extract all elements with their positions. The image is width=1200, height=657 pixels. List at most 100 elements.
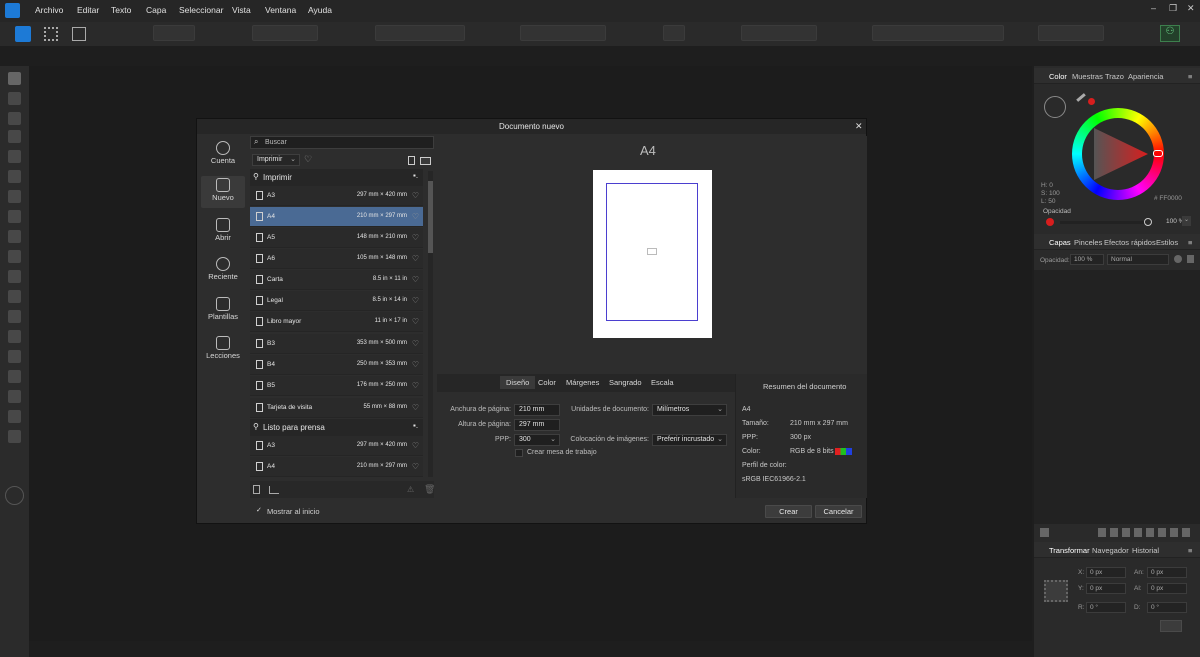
preset-item[interactable]: A3 297 mm × 420 mm ♡ [250, 186, 423, 206]
preset-item[interactable]: A4 210 mm × 297 mm ♡ [250, 207, 423, 227]
opacity-dropdown-icon[interactable]: ⌄ [1182, 216, 1191, 226]
rounded-rectangle-tool-icon[interactable] [8, 330, 21, 343]
transform-options-icon[interactable] [1160, 620, 1182, 632]
panel-menu-icon[interactable]: ≡ [1188, 546, 1192, 555]
hex-value[interactable]: # FF0000 [1154, 195, 1182, 202]
view-tool-icon[interactable] [8, 430, 21, 443]
layer-settings-icon[interactable] [1174, 255, 1182, 263]
delete-icon[interactable]: 🗑 [424, 484, 435, 495]
layers-footer-icons[interactable] [1098, 528, 1194, 537]
toolbar-group-1[interactable] [153, 25, 195, 41]
tab-transformar[interactable]: Transformar [1049, 546, 1090, 555]
nav-lecciones[interactable]: Lecciones [201, 334, 245, 366]
section-menu-icon[interactable]: ▪. [413, 421, 418, 430]
opacity-slider[interactable] [1060, 221, 1146, 224]
favorite-heart-icon[interactable]: ♡ [412, 275, 419, 284]
menu-ventana[interactable]: Ventana [265, 5, 296, 15]
eyedropper-tool-icon[interactable] [8, 390, 21, 403]
text-tool-icon[interactable] [8, 370, 21, 383]
favorite-heart-icon[interactable]: ♡ [412, 191, 419, 200]
tab-efectos-rapidos[interactable]: Efectos rápidos [1104, 238, 1156, 247]
favorite-heart-icon[interactable]: ♡ [412, 403, 419, 412]
dpi-select[interactable]: 300 ⌄ [514, 434, 560, 446]
pixel-persona-icon[interactable] [44, 27, 58, 41]
tab-estilos[interactable]: Estilos [1156, 238, 1178, 247]
hue-handle-icon[interactable] [1153, 150, 1163, 157]
opacity-slider-handle[interactable] [1144, 218, 1152, 226]
preset-item[interactable]: Tarjeta de visita 55 mm × 88 mm ♡ [250, 398, 423, 418]
close-window-icon[interactable]: ✕ [1187, 3, 1195, 14]
section-menu-icon[interactable]: ▪. [413, 171, 418, 180]
close-dialog-icon[interactable]: ✕ [855, 121, 863, 132]
tab-escala[interactable]: Escala [651, 378, 674, 387]
toolbar-group-2[interactable] [252, 25, 318, 41]
toolbar-group-5[interactable] [663, 25, 685, 41]
s-field[interactable]: 0 ° [1147, 602, 1187, 613]
move-tool-icon[interactable] [8, 72, 21, 85]
portrait-orientation-icon[interactable] [408, 156, 415, 165]
create-button[interactable]: Crear [765, 505, 812, 518]
favorite-heart-icon[interactable]: ♡ [412, 254, 419, 263]
favorite-heart-icon[interactable]: ♡ [412, 462, 419, 471]
favorite-heart-icon[interactable]: ♡ [412, 296, 419, 305]
h-field[interactable]: 0 px [1147, 583, 1187, 594]
preset-item[interactable]: Carta 8.5 in × 11 in ♡ [250, 270, 423, 290]
toolbar-group-7[interactable] [872, 25, 1004, 41]
layers-footer-left-icon[interactable] [1040, 528, 1049, 537]
favorite-heart-icon[interactable]: ♡ [412, 233, 419, 242]
designer-persona-icon[interactable] [15, 26, 31, 42]
preset-item[interactable]: B5 176 mm × 250 mm ♡ [250, 376, 423, 396]
favorite-heart-icon[interactable]: ♡ [412, 381, 419, 390]
tab-diseno[interactable]: Diseño [500, 376, 536, 389]
y-field[interactable]: 0 px [1086, 583, 1126, 594]
presets-scrollbar-thumb[interactable] [428, 181, 433, 253]
placement-select[interactable]: Preferir incrustado ⌄ [652, 434, 727, 446]
place-tool-icon[interactable] [8, 270, 21, 283]
preset-item[interactable]: A4 210 mm × 297 mm ♡ [250, 457, 423, 477]
toolbar-group-6[interactable] [741, 25, 817, 41]
menu-ayuda[interactable]: Ayuda [308, 5, 332, 15]
tab-sangrado[interactable]: Sangrado [609, 378, 642, 387]
nav-reciente[interactable]: Reciente [201, 255, 245, 287]
toolbar-group-3[interactable] [375, 25, 465, 41]
menu-seleccionar[interactable]: Seleccionar [179, 5, 223, 15]
toolbar-group-4[interactable] [520, 25, 606, 41]
panel-menu-icon[interactable]: ≡ [1188, 72, 1192, 81]
x-field[interactable]: 0 px [1086, 567, 1126, 578]
account-icon[interactable]: ⚇ [1160, 25, 1180, 42]
menu-archivo[interactable]: Archivo [35, 5, 63, 15]
nav-plantillas[interactable]: Plantillas [201, 295, 245, 327]
pen-tool-icon[interactable] [8, 150, 21, 163]
menu-capa[interactable]: Capa [146, 5, 166, 15]
menu-vista[interactable]: Vista [232, 5, 251, 15]
page-height-input[interactable]: 297 mm [514, 419, 560, 431]
panel-menu-icon[interactable]: ≡ [1188, 238, 1192, 247]
minimize-icon[interactable]: – [1151, 3, 1156, 13]
nav-abrir[interactable]: Abrir [201, 216, 245, 248]
add-category-icon[interactable] [269, 486, 279, 494]
lock-icon[interactable] [1187, 255, 1194, 263]
tab-capas[interactable]: Capas [1049, 238, 1071, 247]
preset-item[interactable]: A6 105 mm × 148 mm ♡ [250, 249, 423, 269]
vector-crop-tool-icon[interactable] [8, 250, 21, 263]
brush-tool-icon[interactable] [8, 190, 21, 203]
artboard-tool-icon[interactable] [8, 92, 21, 105]
corner-tool-icon[interactable] [8, 130, 21, 143]
tab-pinceles[interactable]: Pinceles [1074, 238, 1102, 247]
pin-icon[interactable]: ⚠ [407, 485, 414, 494]
eyedropper-icon[interactable] [1076, 93, 1086, 102]
anchor-point-grid-icon[interactable] [1044, 580, 1068, 602]
transparency-tool-icon[interactable] [8, 230, 21, 243]
tab-trazo[interactable]: Trazo [1105, 72, 1124, 81]
menu-texto[interactable]: Texto [111, 5, 131, 15]
tab-muestras[interactable]: Muestras [1072, 72, 1103, 81]
shape-tool-icon[interactable] [8, 350, 21, 363]
section-imprimir[interactable]: ⚲ Imprimir ▪. [250, 169, 423, 186]
nav-nuevo[interactable]: Nuevo [201, 176, 245, 208]
preset-item[interactable]: B4 250 mm × 353 mm ♡ [250, 355, 423, 375]
rectangle-tool-icon[interactable] [8, 290, 21, 303]
add-preset-icon[interactable] [253, 485, 260, 494]
color-picker-tool-icon[interactable] [8, 410, 21, 423]
preset-item[interactable]: Legal 8.5 in × 14 in ♡ [250, 291, 423, 311]
node-tool-icon[interactable] [8, 112, 21, 125]
